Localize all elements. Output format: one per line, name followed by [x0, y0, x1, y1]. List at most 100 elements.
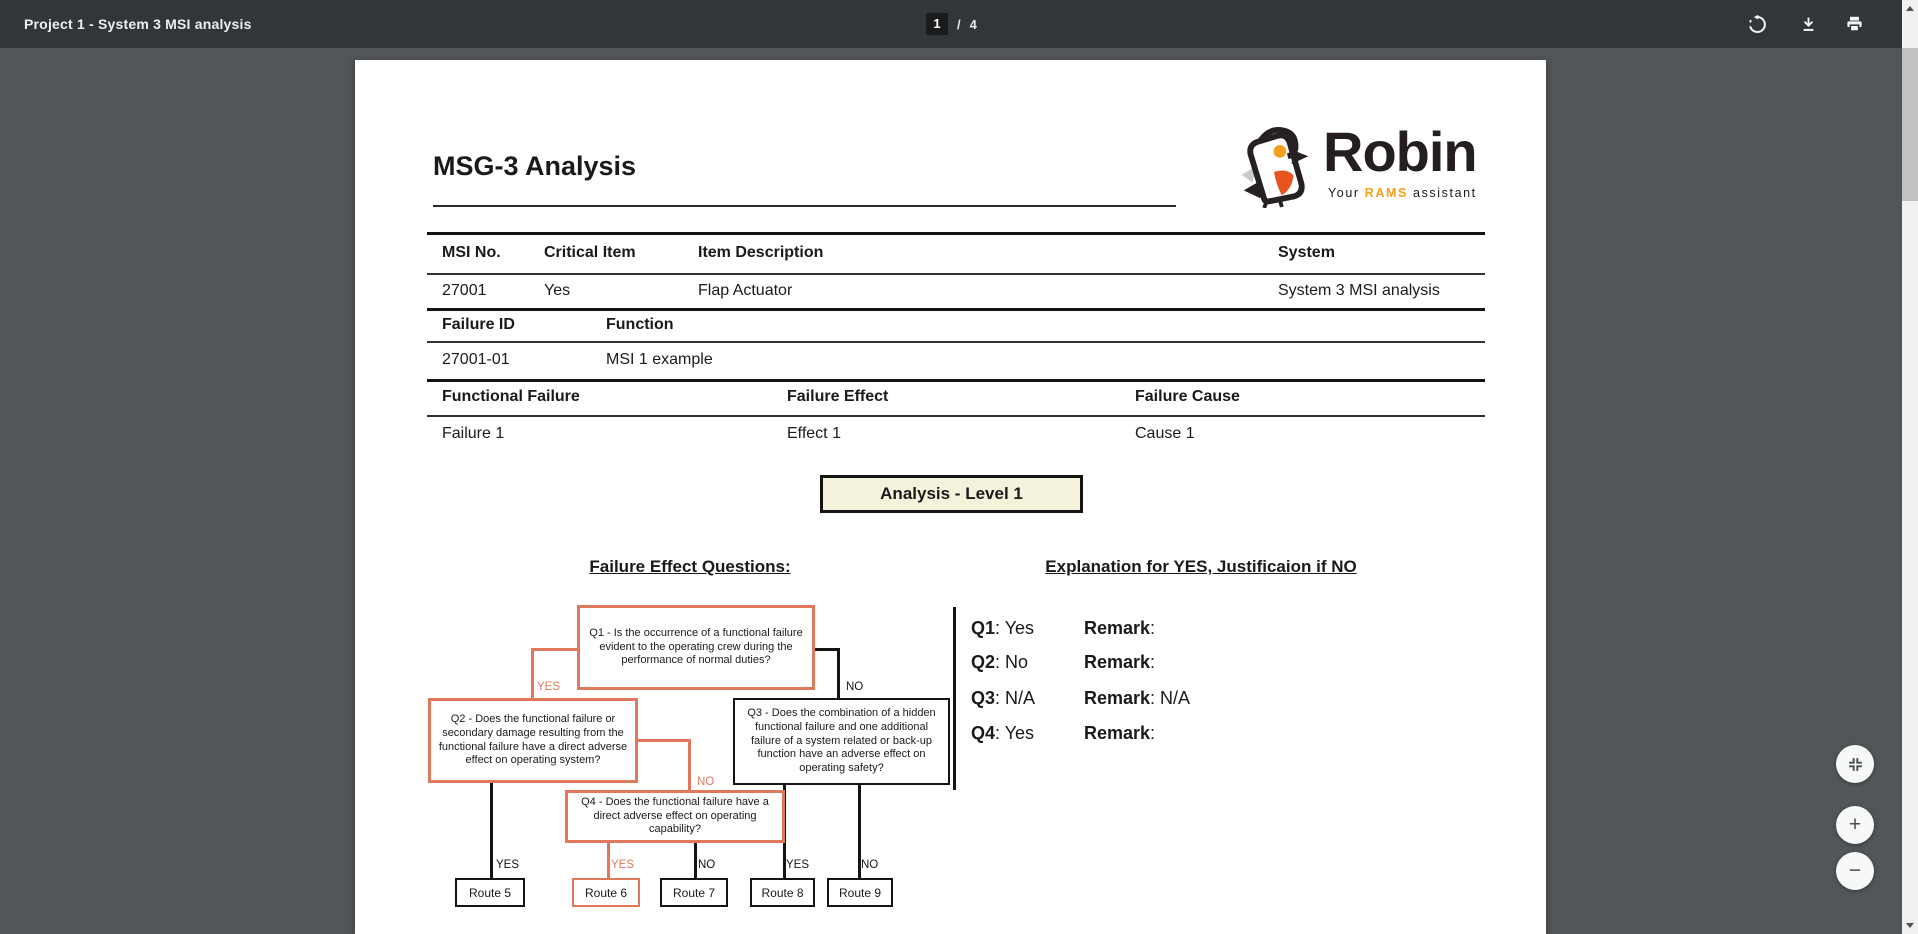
scroll-down-button[interactable] [1902, 917, 1918, 934]
answer-label: Q3 [971, 688, 995, 708]
connector-q4-no [694, 843, 697, 878]
remark-value: : [1150, 652, 1155, 672]
scroll-up-button[interactable] [1902, 0, 1918, 17]
connector-q1-yes [531, 648, 577, 651]
download-button[interactable] [1799, 15, 1818, 34]
answer-row-q3: Q3: N/A Remark: N/A [971, 688, 1451, 710]
msi-data-row: 27001 Yes Flap Actuator System 3 MSI ana… [427, 273, 1485, 308]
analysis-level-box: Analysis - Level 1 [820, 475, 1083, 513]
title-underline [433, 205, 1176, 207]
document-title-toolbar: Project 1 - System 3 MSI analysis [24, 0, 252, 48]
edge-label-q2-yes: YES [496, 859, 519, 871]
col-header: Critical Item [544, 244, 636, 262]
fit-to-page-button[interactable] [1836, 745, 1874, 783]
pdf-page-1: MSG-3 Analysis Robin Your RAMS assistant… [355, 60, 1546, 934]
edge-label-q3-yes: YES [786, 859, 809, 871]
answer-value: : Yes [995, 618, 1034, 638]
print-button[interactable] [1845, 15, 1864, 34]
fit-to-page-icon [1847, 756, 1864, 773]
tagline-rams: RAMS [1365, 186, 1408, 200]
page-number-input[interactable]: 1 [926, 13, 948, 35]
remark-value: : [1150, 723, 1155, 743]
col-header: Failure Effect [787, 388, 888, 406]
explanation-heading: Explanation for YES, Justificaion if NO [1045, 557, 1356, 577]
answer-q4: Q4: Yes [971, 723, 1034, 743]
answer-row-q1: Q1: Yes Remark: [971, 618, 1451, 640]
route-9-box: Route 9 [827, 878, 893, 907]
triangle-down-icon [1906, 923, 1914, 928]
flowchart-q3-box: Q3 - Does the combination of a hidden fu… [733, 698, 950, 785]
remark-label: Remark [1084, 723, 1150, 743]
cell: Failure 1 [442, 425, 504, 443]
ff-data-row: Failure 1 Effect 1 Cause 1 [427, 415, 1485, 452]
answer-row-q4: Q4: Yes Remark: [971, 723, 1451, 745]
remark-q4: Remark: [1084, 723, 1155, 744]
answer-q2: Q2: No [971, 652, 1028, 672]
page-separator: / [957, 17, 961, 32]
flowchart-q1-box: Q1 - Is the occurrence of a functional f… [577, 605, 815, 690]
edge-label-q4-yes: YES [611, 859, 634, 871]
edge-label-q1-no: NO [846, 681, 863, 693]
page-title: MSG-3 Analysis [433, 151, 636, 182]
remark-label: Remark [1084, 652, 1150, 672]
col-header: MSI No. [442, 244, 501, 262]
download-icon [1799, 15, 1818, 34]
cell: 27001-01 [442, 351, 510, 369]
failure-data-row: 27001-01 MSI 1 example [427, 341, 1485, 379]
rotate-icon [1748, 15, 1767, 34]
connector-q2-yes [490, 783, 493, 878]
page-total: 4 [970, 17, 977, 32]
connector-q2-no [638, 739, 688, 742]
route-7-box: Route 7 [660, 878, 728, 907]
edge-label-q2-no: NO [697, 776, 714, 788]
cell: MSI 1 example [606, 351, 713, 369]
answer-q1: Q1: Yes [971, 618, 1034, 638]
connector-q1-yes [531, 648, 534, 698]
route-6-box: Route 6 [572, 878, 640, 907]
robin-brand-text: Robin [1323, 124, 1477, 180]
robin-bird-icon [1239, 124, 1311, 208]
connector-q4-yes [607, 843, 610, 878]
ff-header-row: Functional Failure Failure Effect Failur… [427, 379, 1485, 415]
cell: Effect 1 [787, 425, 841, 443]
flowchart-q2-box: Q2 - Does the functional failure or seco… [428, 698, 638, 783]
remark-value: : [1150, 618, 1155, 638]
answer-row-q2: Q2: No Remark: [971, 652, 1451, 674]
connector-q2-no [688, 739, 691, 790]
edge-label-q4-no: NO [698, 859, 715, 871]
zoom-out-button[interactable]: − [1836, 852, 1874, 890]
edge-label-q1-yes: YES [537, 681, 560, 693]
connector-q1-no [815, 648, 837, 651]
col-header: Item Description [698, 244, 823, 262]
scrollbar-thumb[interactable] [1902, 48, 1918, 201]
answer-value: : No [995, 652, 1028, 672]
answer-q3: Q3: N/A [971, 688, 1035, 708]
tagline-post: assistant [1408, 186, 1477, 200]
route-8-box: Route 8 [750, 878, 815, 907]
flowchart-q4-box: Q4 - Does the functional failure have a … [565, 790, 785, 843]
remark-q1: Remark: [1084, 618, 1155, 639]
answer-label: Q4 [971, 723, 995, 743]
col-header: Function [606, 316, 674, 334]
route-5-box: Route 5 [455, 878, 525, 907]
triangle-up-icon [1906, 6, 1914, 11]
answer-label: Q2 [971, 652, 995, 672]
col-header: System [1278, 244, 1335, 262]
pdf-toolbar: Project 1 - System 3 MSI analysis 1 / 4 [0, 0, 1902, 48]
remark-q3: Remark: N/A [1084, 688, 1190, 709]
cell: 27001 [442, 282, 487, 300]
remark-label: Remark [1084, 618, 1150, 638]
col-header: Functional Failure [442, 388, 580, 406]
zoom-in-button[interactable]: + [1836, 806, 1874, 844]
scrollbar[interactable] [1902, 0, 1918, 934]
answer-value: : Yes [995, 723, 1034, 743]
tagline-pre: Your [1328, 186, 1365, 200]
cell: Yes [544, 282, 570, 300]
connector-q1-no [837, 648, 840, 698]
questions-heading: Failure Effect Questions: [589, 557, 790, 577]
msi-header-row: MSI No. Critical Item Item Description S… [427, 232, 1485, 273]
remark-q2: Remark: [1084, 652, 1155, 673]
cell: Flap Actuator [698, 282, 792, 300]
robin-logo: Robin Your RAMS assistant [1239, 122, 1499, 212]
rotate-button[interactable] [1748, 15, 1767, 34]
